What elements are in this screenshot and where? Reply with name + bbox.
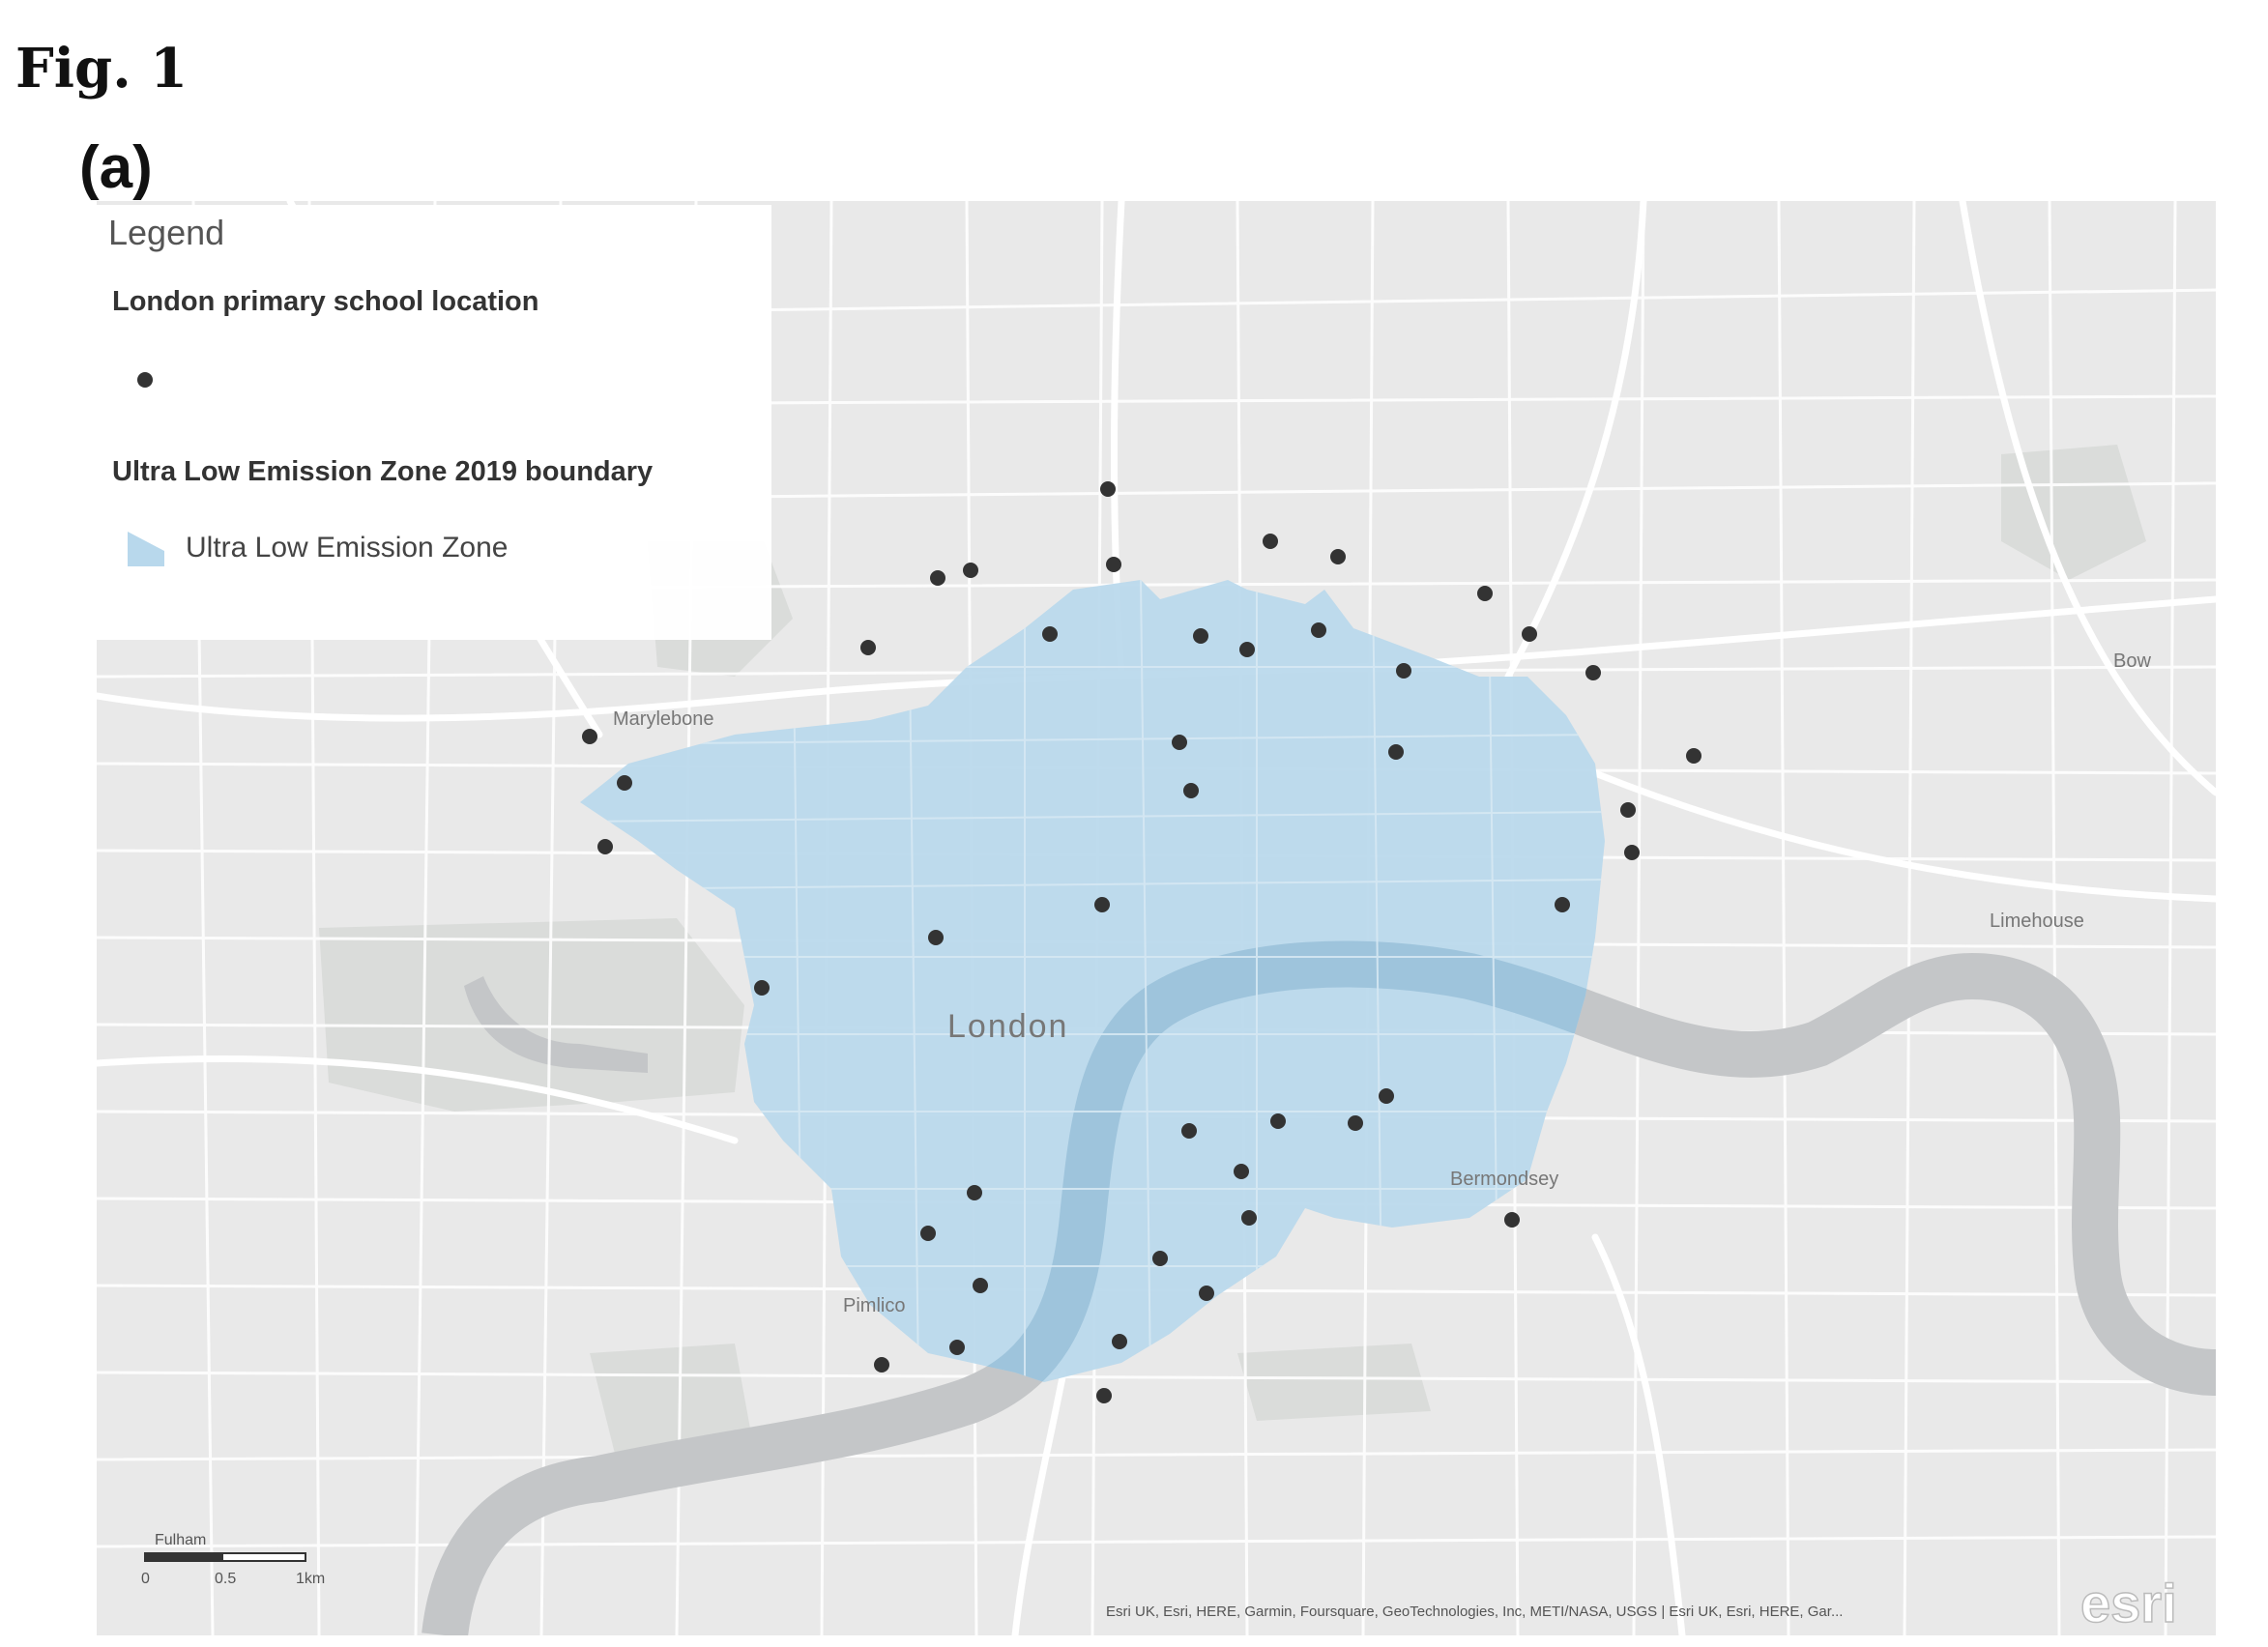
scale-tick-2: 1km [296,1571,325,1587]
legend-layer-ulez: Ultra Low Emission Zone 2019 boundary [112,456,654,487]
school-point[interactable] [1199,1286,1214,1301]
school-point[interactable] [617,775,632,791]
school-point[interactable] [1311,622,1326,638]
school-point[interactable] [1555,897,1570,912]
school-point[interactable] [1686,748,1701,764]
scale-tick-0: 0 [141,1571,150,1587]
school-point[interactable] [1330,549,1346,564]
place-label-limehouse: Limehouse [1990,910,2084,932]
school-point[interactable] [920,1226,936,1241]
school-point[interactable] [967,1185,982,1200]
school-point[interactable] [1624,845,1640,860]
school-point[interactable] [582,729,597,744]
place-label-bermondsey: Bermondsey [1450,1169,1558,1190]
school-point[interactable] [1388,744,1404,760]
school-point[interactable] [597,839,613,854]
place-label-bow: Bow [2113,650,2151,672]
scale-tick-1: 0.5 [215,1571,236,1587]
school-point-symbol [137,372,153,388]
school-point[interactable] [1620,802,1636,818]
school-point[interactable] [949,1340,965,1355]
school-point[interactable] [1152,1251,1168,1266]
school-point[interactable] [973,1278,988,1293]
school-point[interactable] [928,930,944,945]
school-point[interactable] [1585,665,1601,680]
school-point[interactable] [1106,557,1121,572]
esri-logo: esri [2080,1573,2177,1633]
legend-layer-schools: London primary school location [112,286,539,317]
school-point[interactable] [1096,1388,1112,1403]
school-point[interactable] [1270,1113,1286,1129]
school-point[interactable] [963,563,978,578]
map-attribution: Esri UK, Esri, HERE, Garmin, Foursquare,… [1106,1604,1843,1620]
burgess-park [1237,1344,1431,1421]
school-point[interactable] [1522,626,1537,642]
school-point[interactable] [1263,534,1278,549]
school-point[interactable] [1112,1334,1127,1349]
school-point[interactable] [1094,897,1110,912]
school-point[interactable] [1396,663,1411,679]
school-point[interactable] [754,980,770,996]
school-point[interactable] [1172,735,1187,750]
school-point[interactable] [1348,1115,1363,1131]
place-label-pimlico: Pimlico [843,1295,905,1316]
school-point[interactable] [1193,628,1208,644]
scale-segment-1 [145,1553,222,1561]
school-point[interactable] [1379,1088,1394,1104]
figure-label: Fig. 1 [15,37,189,101]
school-point[interactable] [860,640,876,655]
panel-label: (a) [79,134,153,201]
scale-segment-2 [221,1552,306,1562]
school-point[interactable] [1100,481,1116,497]
map-legend: Legend London primary school location Ul… [97,205,771,640]
ulez-swatch [128,532,164,566]
school-point[interactable] [1239,642,1255,657]
scale-place-label: Fulham [155,1532,206,1548]
school-point[interactable] [1042,626,1058,642]
school-point[interactable] [1477,586,1493,601]
legend-item-ulez: Ultra Low Emission Zone [186,532,509,563]
school-point[interactable] [1241,1210,1257,1226]
hyde-park [319,918,744,1112]
school-point[interactable] [1504,1212,1520,1228]
school-point[interactable] [1183,783,1199,798]
school-point[interactable] [1181,1123,1197,1139]
legend-title: Legend [108,213,225,252]
place-label-london: London [947,1008,1068,1045]
school-point[interactable] [1234,1164,1249,1179]
place-label-marylebone: Marylebone [613,708,714,730]
school-point[interactable] [930,570,945,586]
school-point[interactable] [874,1357,889,1372]
